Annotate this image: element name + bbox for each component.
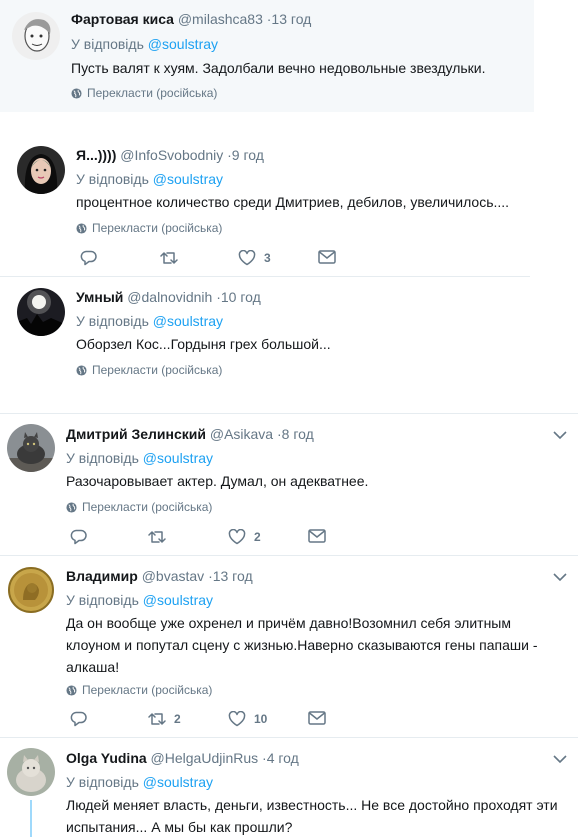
tweet-text: Разочаровывает актер. Думал, он адекватн… [66, 473, 369, 489]
retweet-button[interactable] [148, 529, 166, 545]
reply-mention-link[interactable]: @soulstray [153, 171, 223, 187]
like-button[interactable]: 2 [228, 529, 261, 545]
like-count: 3 [264, 251, 271, 265]
tweet-3[interactable]: Умный @dalnovidnih ·10 год У відповідь @… [0, 280, 534, 410]
reply-button[interactable] [70, 711, 87, 727]
avatar[interactable] [7, 748, 55, 796]
retweet-icon [148, 531, 166, 543]
like-count: 2 [254, 530, 261, 544]
globe-icon [66, 501, 77, 513]
translate-label: Перекласти (російська) [82, 500, 213, 514]
author-handle[interactable]: @bvastav [142, 568, 204, 584]
translate-link[interactable]: Перекласти (російська) [66, 682, 212, 698]
retweet-button[interactable]: 2 [148, 711, 181, 727]
envelope-icon [308, 529, 326, 543]
tweet-actions: 2 10 [70, 711, 370, 729]
avatar[interactable] [7, 566, 55, 614]
translate-link[interactable]: Перекласти (російська) [76, 220, 222, 236]
avatar[interactable] [7, 424, 55, 472]
heart-icon [238, 250, 256, 266]
retweet-icon [160, 252, 178, 264]
author-name[interactable]: Владимир [66, 568, 138, 584]
reply-mention-link[interactable]: @soulstray [143, 592, 213, 608]
retweet-count: 2 [174, 712, 181, 726]
author-name[interactable]: Умный [76, 289, 123, 305]
author-name[interactable]: Я...)))) [76, 147, 116, 163]
avatar[interactable] [17, 146, 65, 194]
timestamp[interactable]: ·13 год [267, 11, 312, 27]
translate-link[interactable]: Перекласти (російська) [76, 362, 222, 378]
direct-message-button[interactable] [318, 250, 336, 264]
chevron-down-icon[interactable] [553, 755, 567, 764]
tweet-text: Да он вообще уже охренел и причём давно!… [66, 615, 538, 675]
globe-icon [66, 684, 77, 696]
author-name[interactable]: Фартовая киса [71, 11, 174, 27]
tweet-6[interactable]: Olga Yudina @HelgaUdjinRus ·4 год У відп… [0, 738, 578, 837]
tweet-text: Людей меняет власть, деньги, известность… [66, 797, 558, 835]
like-count: 10 [254, 712, 268, 726]
reply-mention-link[interactable]: @soulstray [153, 313, 223, 329]
heart-icon [228, 529, 246, 545]
translate-label: Перекласти (російська) [82, 683, 213, 697]
like-button[interactable]: 10 [228, 711, 267, 727]
author-name[interactable]: Дмитрий Зелинский [66, 426, 206, 442]
tweet-5[interactable]: Владимир @bvastav ·13 год У відповідь @s… [0, 556, 578, 736]
reply-prefix: У відповідь [76, 313, 149, 329]
divider [0, 276, 530, 277]
tweet-4[interactable]: Дмитрий Зелинский @Asikava ·8 год У відп… [0, 414, 578, 554]
author-handle[interactable]: @Asikava [210, 426, 273, 442]
reply-button[interactable] [80, 250, 97, 266]
reply-icon [70, 529, 87, 545]
envelope-icon [318, 250, 336, 264]
translate-label: Перекласти (російська) [87, 86, 218, 100]
envelope-icon [308, 711, 326, 725]
tweet-text: Пусть валят к хуям. Задолбали вечно недо… [71, 60, 486, 76]
avatar[interactable] [17, 288, 65, 336]
author-handle[interactable]: @milashca83 [178, 11, 263, 27]
direct-message-button[interactable] [308, 711, 326, 725]
reply-prefix: У відповідь [66, 450, 139, 466]
tweet-text: Оборзел Кос...Гордыня грех большой... [76, 336, 331, 352]
timestamp[interactable]: ·13 год [208, 568, 253, 584]
author-name[interactable]: Olga Yudina [66, 750, 147, 766]
tweet-2[interactable]: Я...)))) @InfoSvobodniy ·9 год У відпові… [0, 138, 534, 276]
reply-mention-link[interactable]: @soulstray [143, 450, 213, 466]
timestamp[interactable]: ·9 год [227, 147, 264, 163]
reply-icon [70, 711, 87, 727]
direct-message-button[interactable] [308, 529, 326, 543]
author-handle[interactable]: @dalnovidnih [127, 289, 212, 305]
like-button[interactable]: 3 [238, 250, 271, 266]
tweet-text: процентное количество среди Дмитриев, де… [76, 194, 510, 210]
reply-prefix: У відповідь [76, 171, 149, 187]
translate-link[interactable]: Перекласти (російська) [71, 85, 217, 101]
globe-icon [76, 222, 87, 234]
timestamp[interactable]: ·10 год [216, 289, 261, 305]
author-handle[interactable]: @InfoSvobodniy [120, 147, 223, 163]
translate-label: Перекласти (російська) [92, 363, 223, 377]
reply-prefix: У відповідь [71, 36, 144, 52]
tweet-actions: 3 [80, 250, 380, 268]
author-handle[interactable]: @HelgaUdjinRus [151, 750, 259, 766]
tweet-actions: 2 [70, 529, 370, 547]
chevron-down-icon[interactable] [553, 573, 567, 582]
reply-prefix: У відповідь [66, 592, 139, 608]
timestamp[interactable]: ·4 год [262, 750, 299, 766]
tweet-1[interactable]: Фартовая киса @milashca83 ·13 год У відп… [0, 0, 534, 112]
reply-button[interactable] [70, 529, 87, 545]
translate-link[interactable]: Перекласти (російська) [66, 499, 212, 515]
timestamp[interactable]: ·8 год [277, 426, 314, 442]
globe-icon [71, 87, 82, 99]
retweet-button[interactable] [160, 250, 178, 266]
heart-icon [228, 711, 246, 727]
thread-line [30, 800, 32, 837]
avatar[interactable] [12, 12, 60, 60]
reply-mention-link[interactable]: @soulstray [143, 774, 213, 790]
retweet-icon [148, 713, 166, 725]
reply-icon [80, 250, 97, 266]
reply-prefix: У відповідь [66, 774, 139, 790]
reply-mention-link[interactable]: @soulstray [148, 36, 218, 52]
translate-label: Перекласти (російська) [92, 221, 223, 235]
chevron-down-icon[interactable] [553, 431, 567, 440]
globe-icon [76, 364, 87, 376]
